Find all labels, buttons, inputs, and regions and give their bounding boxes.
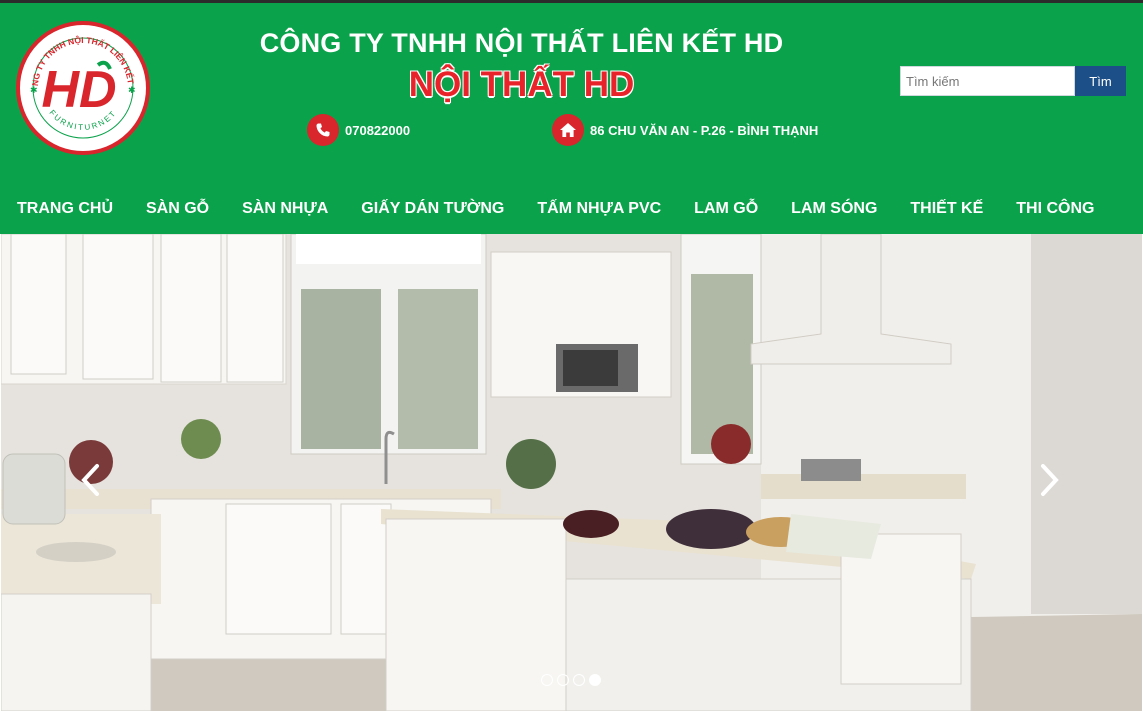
nav-item-san-nhua[interactable]: SÀN NHỰA — [225, 200, 344, 218]
nav-item-thiet-ke[interactable]: THIẾT KẾ — [893, 200, 999, 218]
search-button[interactable]: Tìm — [1075, 66, 1126, 96]
nav-item-giay-dan-tuong[interactable]: GIẤY DÁN TƯỜNG — [344, 200, 520, 218]
contact-phone[interactable]: 070822000 — [307, 114, 410, 146]
site-header: CÔNG TY TNHH NỘI THẤT LIÊN KẾT HD FURNIT… — [0, 3, 1143, 234]
slider-dots — [541, 674, 601, 686]
address-text: 86 CHU VĂN AN - P.26 - BÌNH THẠNH — [590, 122, 819, 138]
slider-dot-1[interactable] — [541, 674, 553, 686]
nav-item-lam-go[interactable]: LAM GỖ — [677, 200, 774, 218]
slider-prev-button[interactable] — [75, 460, 105, 500]
slider-dot-3[interactable] — [573, 674, 585, 686]
contact-address[interactable]: 86 CHU VĂN AN - P.26 - BÌNH THẠNH — [552, 114, 818, 146]
kitchen-slide-image — [1, 234, 1142, 711]
slider-dot-2[interactable] — [557, 674, 569, 686]
hero-slider — [1, 234, 1142, 711]
chevron-right-icon — [1041, 464, 1059, 496]
nav-item-thi-cong[interactable]: THI CÔNG — [999, 200, 1110, 218]
chevron-left-icon — [81, 464, 99, 496]
nav-item-trang-chu[interactable]: TRANG CHỦ — [0, 200, 129, 218]
nav-item-tam-nhua-pvc[interactable]: TẤM NHỰA PVC — [520, 200, 677, 218]
slider-dot-4[interactable] — [589, 674, 601, 686]
home-icon — [552, 114, 584, 146]
search-input[interactable] — [900, 66, 1075, 96]
nav-item-san-go[interactable]: SÀN GỖ — [129, 200, 225, 218]
search-form: Tìm — [900, 66, 1126, 96]
main-nav: TRANG CHỦ SÀN GỖ SÀN NHỰA GIẤY DÁN TƯỜNG… — [0, 184, 1143, 234]
phone-number: 070822000 — [345, 122, 411, 138]
phone-icon — [307, 114, 339, 146]
company-name: CÔNG TY TNHH NỘI THẤT LIÊN KẾT HD — [259, 28, 784, 58]
brand-name: NỘI THẤT HD — [408, 65, 635, 104]
slider-next-button[interactable] — [1035, 460, 1065, 500]
nav-item-lam-song[interactable]: LAM SÓNG — [774, 200, 893, 218]
